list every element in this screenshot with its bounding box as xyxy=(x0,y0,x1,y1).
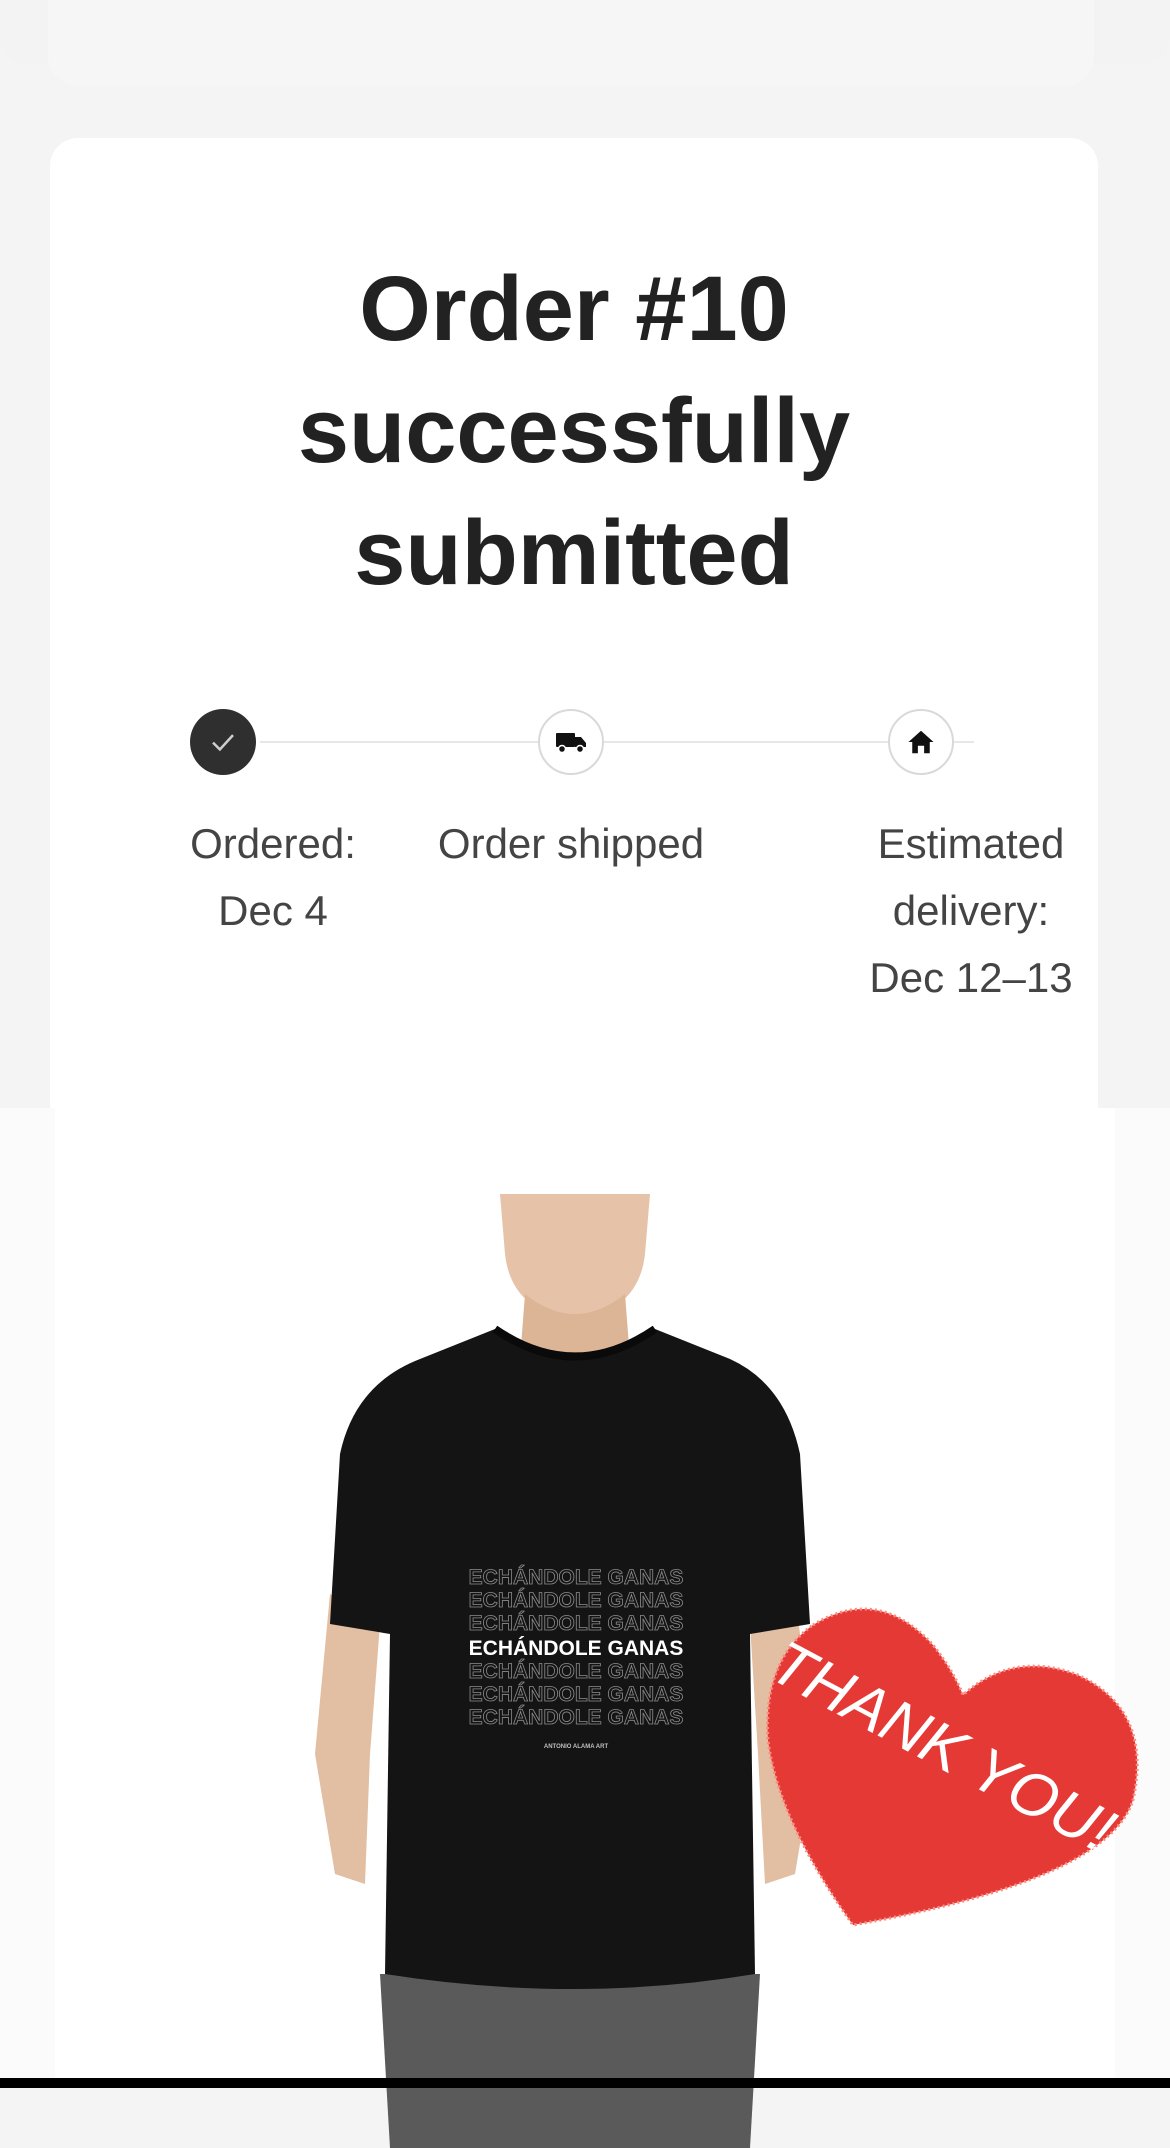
title-line-2: successfully xyxy=(297,380,851,482)
truck-icon xyxy=(556,733,586,754)
shirt-print-line-2: ECHÁNDOLE GANAS xyxy=(469,1589,684,1612)
step-delivery-date: Dec 12–13 xyxy=(869,954,1073,1001)
step-shipped-node xyxy=(538,709,604,775)
step-delivery-text-2: delivery: xyxy=(892,887,1050,934)
screen-bottom-edge xyxy=(0,2078,1170,2088)
step-ordered-node xyxy=(190,709,256,775)
step-ordered-date: Dec 4 xyxy=(218,887,328,934)
shirt-print-credit: ANTONIO ALAMA ART xyxy=(544,1744,609,1750)
title-line-1: Order #10 xyxy=(359,258,789,360)
shirt-print-line-7: ECHÁNDOLE GANAS xyxy=(469,1706,684,1729)
home-icon xyxy=(908,730,934,754)
step-shipped-label: Order shipped xyxy=(421,810,721,877)
title-line-3: submitted xyxy=(354,502,794,604)
step-ordered-label: Ordered: Dec 4 xyxy=(123,810,423,944)
checkmark-icon xyxy=(212,734,234,752)
shirt-print-line-6: ECHÁNDOLE GANAS xyxy=(469,1683,684,1706)
shirt-print-line-3: ECHÁNDOLE GANAS xyxy=(469,1612,684,1635)
progress-track xyxy=(260,741,974,743)
order-confirmation-card: Order #10 successfully submitted Ordered… xyxy=(50,138,1098,1228)
step-delivery-node xyxy=(888,709,954,775)
thank-you-heart-sticker: THANK YOU! xyxy=(760,1607,1139,1927)
step-delivery-label: Estimated delivery: Dec 12–13 xyxy=(821,810,1121,1011)
top-bar-sheet xyxy=(48,0,1094,86)
product-tshirt-image: ECHÁNDOLE GANAS ECHÁNDOLE GANAS ECHÁNDOL… xyxy=(315,1194,815,2148)
shirt-print-line-1: ECHÁNDOLE GANAS xyxy=(469,1566,684,1589)
step-shipped-text: Order shipped xyxy=(437,820,705,867)
page-title: Order #10 successfully submitted xyxy=(50,248,1098,614)
shirt-print-line-5: ECHÁNDOLE GANAS xyxy=(469,1660,684,1683)
step-ordered-text: Ordered: xyxy=(190,820,356,867)
step-delivery-text-1: Estimated xyxy=(877,820,1065,867)
shirt-print-line-main: ECHÁNDOLE GANAS xyxy=(469,1637,684,1660)
top-bar xyxy=(0,0,1170,86)
